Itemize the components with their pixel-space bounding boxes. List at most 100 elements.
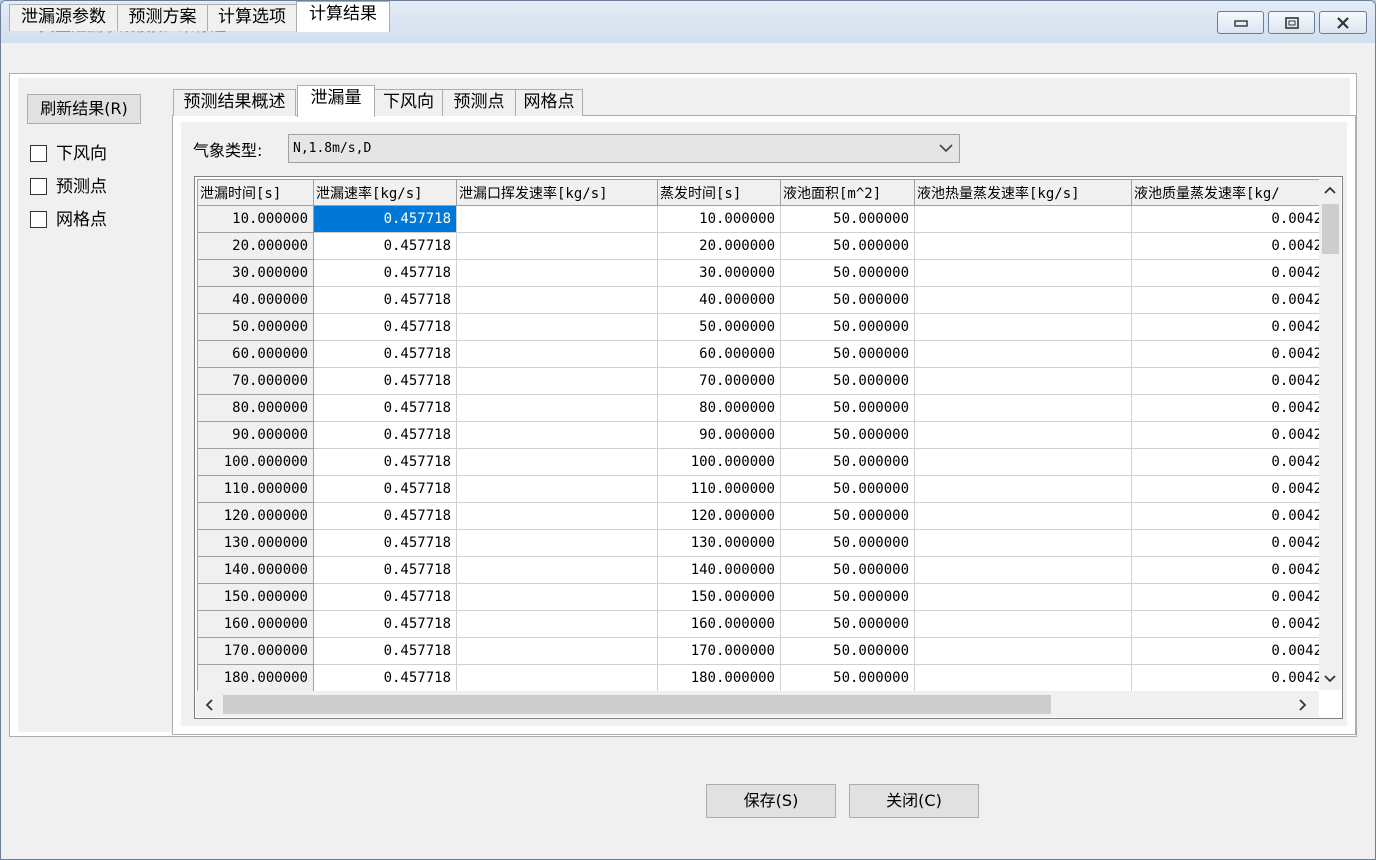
table-cell[interactable]: 10.000000 [657,205,781,233]
table-cell[interactable]: 0.0042 [1131,313,1320,341]
table-row[interactable]: 60.000000 0.457718 60.000000 50.000000 0.004… [197,340,1320,368]
table-cell[interactable]: 80.000000 [657,394,781,422]
row-header-cell[interactable]: 130.000000 [197,529,314,557]
table-cell[interactable]: 50.000000 [780,313,915,341]
table-cell[interactable] [456,340,658,368]
table-cell[interactable]: 0.0042 [1131,205,1320,233]
refresh-results-button[interactable]: 刷新结果(R) [27,94,141,124]
table-cell[interactable]: 0.0042 [1131,259,1320,287]
column-header[interactable]: 泄漏时间[s] [197,179,314,206]
tab-leak-amount[interactable]: 泄漏量 [297,85,375,117]
tab-forecast-summary[interactable]: 预测结果概述 [173,89,296,116]
table-row[interactable]: 160.000000 0.457718 160.000000 50.000000 0.0… [197,610,1320,638]
horizontal-scrollbar[interactable] [196,691,1319,717]
table-cell[interactable]: 0.457718 [313,583,457,611]
scroll-right-icon[interactable] [1299,699,1307,711]
column-header[interactable]: 蒸发时间[s] [657,179,781,206]
table-cell[interactable]: 0.0042 [1131,394,1320,422]
table-cell[interactable]: 0.0042 [1131,340,1320,368]
table-cell[interactable] [914,313,1132,341]
table-row[interactable]: 50.000000 0.457718 50.000000 50.000000 0.004… [197,313,1320,341]
row-header-cell[interactable]: 30.000000 [197,259,314,287]
column-header[interactable]: 液池质量蒸发速率[kg/ [1131,179,1320,206]
table-cell[interactable] [456,529,658,557]
scroll-down-icon[interactable] [1324,675,1336,683]
table-cell[interactable]: 40.000000 [657,286,781,314]
table-cell[interactable]: 50.000000 [780,421,915,449]
table-cell[interactable]: 50.000000 [780,529,915,557]
weather-type-select[interactable]: N,1.8m/s,D [288,134,960,163]
table-cell[interactable]: 0.0042 [1131,556,1320,584]
table-row[interactable]: 10.000000 0.457718 10.000000 50.000000 0.004… [197,205,1320,233]
table-cell[interactable] [914,259,1132,287]
row-header-cell[interactable]: 70.000000 [197,367,314,395]
table-cell[interactable]: 150.000000 [657,583,781,611]
table-cell[interactable]: 0.0042 [1131,664,1320,691]
table-cell[interactable]: 120.000000 [657,502,781,530]
table-cell[interactable]: 0.457718 [313,232,457,260]
table-cell[interactable]: 50.000000 [780,232,915,260]
table-cell[interactable]: 50.000000 [780,556,915,584]
table-cell[interactable]: 0.457718 [313,529,457,557]
scroll-up-icon[interactable] [1324,186,1336,194]
table-cell[interactable] [456,205,658,233]
column-header[interactable]: 液池热量蒸发速率[kg/s] [914,179,1132,206]
table-cell[interactable]: 110.000000 [657,475,781,503]
table-cell[interactable]: 0.0042 [1131,286,1320,314]
tab-leak-source-params[interactable]: 泄漏源参数 [9,4,118,31]
table-row[interactable]: 70.000000 0.457718 70.000000 50.000000 0.004… [197,367,1320,395]
table-row[interactable]: 120.000000 0.457718 120.000000 50.000000 0.0… [197,502,1320,530]
minimize-button[interactable] [1217,11,1264,34]
table-cell[interactable] [914,205,1132,233]
tab-calc-options[interactable]: 计算选项 [207,4,297,31]
table-cell[interactable] [456,313,658,341]
column-header[interactable]: 泄漏口挥发速率[kg/s] [456,179,658,206]
table-cell[interactable] [914,610,1132,638]
table-cell[interactable]: 50.000000 [780,205,915,233]
table-cell[interactable]: 50.000000 [780,637,915,665]
row-header-cell[interactable]: 140.000000 [197,556,314,584]
table-cell[interactable]: 0.0042 [1131,448,1320,476]
table-cell[interactable]: 50.000000 [780,502,915,530]
table-cell[interactable] [456,259,658,287]
table-cell[interactable]: 0.0042 [1131,367,1320,395]
table-cell[interactable] [456,475,658,503]
table-row[interactable]: 130.000000 0.457718 130.000000 50.000000 0.0… [197,529,1320,557]
table-cell[interactable]: 0.457718 [313,205,457,233]
table-row[interactable]: 100.000000 0.457718 100.000000 50.000000 0.0… [197,448,1320,476]
checkbox-box[interactable] [30,145,47,162]
row-header-cell[interactable]: 110.000000 [197,475,314,503]
table-cell[interactable] [456,286,658,314]
tab-calc-results[interactable]: 计算结果 [296,1,390,32]
table-cell[interactable] [456,502,658,530]
row-header-cell[interactable]: 120.000000 [197,502,314,530]
checkbox-box[interactable] [30,178,47,195]
table-cell[interactable] [914,286,1132,314]
table-cell[interactable] [914,475,1132,503]
row-header-cell[interactable]: 150.000000 [197,583,314,611]
table-cell[interactable] [456,637,658,665]
table-cell[interactable]: 0.0042 [1131,610,1320,638]
table-cell[interactable]: 70.000000 [657,367,781,395]
row-header-cell[interactable]: 10.000000 [197,205,314,233]
row-header-cell[interactable]: 20.000000 [197,232,314,260]
horizontal-scroll-thumb[interactable] [223,695,1051,714]
table-cell[interactable] [914,583,1132,611]
table-row[interactable]: 90.000000 0.457718 90.000000 50.000000 0.004… [197,421,1320,449]
table-cell[interactable]: 0.457718 [313,637,457,665]
row-header-cell[interactable]: 170.000000 [197,637,314,665]
table-cell[interactable]: 90.000000 [657,421,781,449]
table-cell[interactable] [456,664,658,691]
table-cell[interactable]: 50.000000 [780,367,915,395]
table-cell[interactable]: 0.0042 [1131,502,1320,530]
column-header[interactable]: 液池面积[m^2] [780,179,915,206]
table-cell[interactable]: 0.457718 [313,286,457,314]
row-header-cell[interactable]: 90.000000 [197,421,314,449]
table-cell[interactable]: 20.000000 [657,232,781,260]
vertical-scrollbar[interactable] [1319,178,1341,690]
table-cell[interactable]: 50.000000 [780,475,915,503]
table-cell[interactable]: 0.0042 [1131,637,1320,665]
table-row[interactable]: 40.000000 0.457718 40.000000 50.000000 0.004… [197,286,1320,314]
checkbox-box[interactable] [30,211,47,228]
table-cell[interactable]: 30.000000 [657,259,781,287]
